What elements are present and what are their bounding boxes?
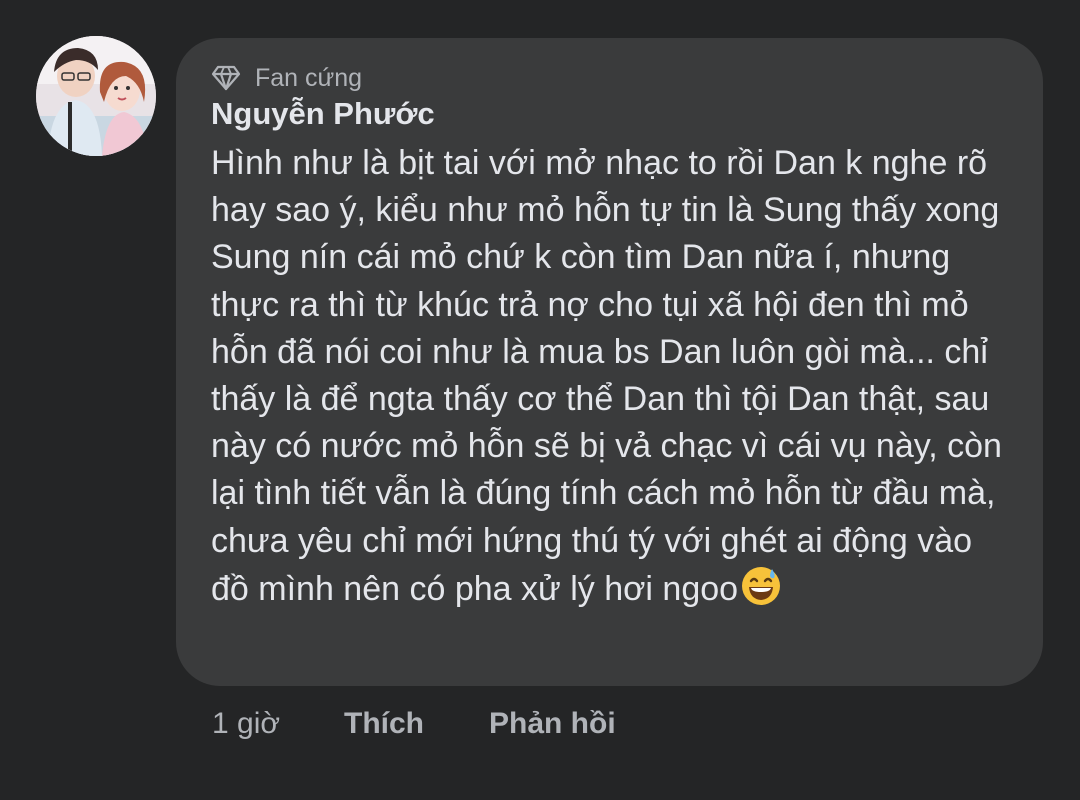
comment-text: Hình như là bịt tai với mở nhạc to rồi D… [211,144,1002,608]
author-name[interactable]: Nguyễn Phước [211,94,435,134]
comment-actions: 1 giờ Thích Phản hồi [212,702,812,746]
like-button[interactable]: Thích [344,702,424,746]
comment-bubble: Fan cứng Nguyễn Phước Hình như là bịt ta… [176,38,1043,686]
comment-body: Hình như là bịt tai với mở nhạc to rồi D… [211,140,1011,613]
badge-label: Fan cứng [255,64,363,92]
timestamp[interactable]: 1 giờ [212,702,280,746]
comment-screen: Fan cứng Nguyễn Phước Hình như là bịt ta… [0,0,1080,800]
diamond-icon [211,65,241,91]
avatar-photo [36,36,156,156]
grinning-face-with-sweat-icon [740,565,782,607]
reply-button[interactable]: Phản hồi [489,702,616,746]
avatar[interactable] [36,36,156,156]
fan-badge: Fan cứng [211,62,362,94]
